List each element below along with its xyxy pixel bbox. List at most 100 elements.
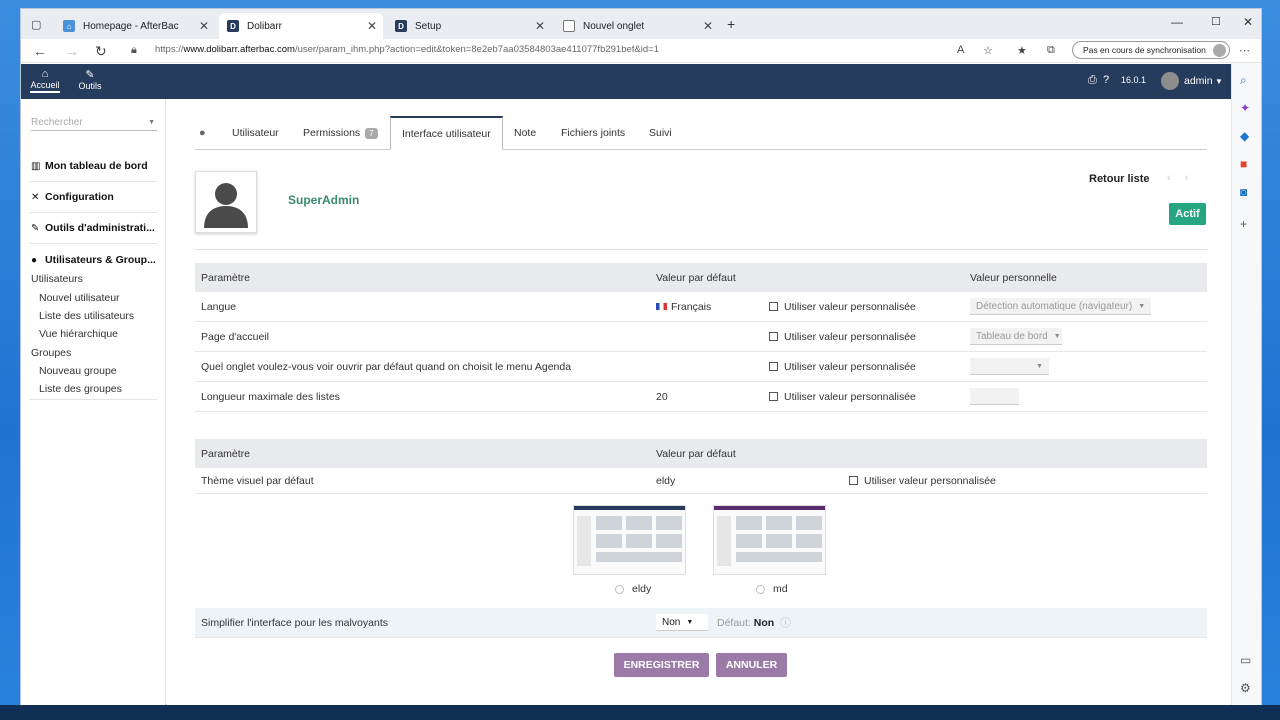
profile-sync-button[interactable]: Pas en cours de synchronisation — [1072, 41, 1230, 59]
table-row: Longueur maximale des listes 20 Utiliser… — [195, 382, 1207, 412]
read-aloud-icon[interactable]: A — [957, 44, 964, 56]
tab-interface-utilisateur[interactable]: Interface utilisateur — [390, 116, 503, 150]
default-hint-value: Non — [753, 616, 775, 629]
help-icon[interactable]: ? — [1103, 74, 1109, 86]
profile-avatar-icon — [1213, 44, 1226, 57]
close-tab-icon[interactable]: ✕ — [535, 19, 545, 33]
user-menu[interactable]: admin — [1184, 75, 1213, 87]
tab-suivi[interactable]: Suivi — [649, 127, 672, 139]
tab-permissions[interactable]: Permissions 7 — [303, 127, 378, 139]
url-prefix: https:// — [155, 44, 184, 55]
copilot-icon[interactable]: ✦ — [1240, 101, 1250, 115]
browser-tab-new[interactable]: Nouvel onglet ✕ — [555, 13, 719, 39]
hide-sidebar-icon[interactable]: ▭ — [1240, 653, 1251, 667]
back-to-list-link[interactable]: Retour liste — [1089, 173, 1150, 185]
chevron-down-icon: ▼ — [1053, 332, 1061, 340]
forward-icon[interactable]: → — [65, 43, 79, 59]
save-button[interactable]: ENREGISTRER — [614, 653, 709, 677]
close-tab-icon[interactable]: ✕ — [199, 19, 209, 33]
menu-item-new-user[interactable]: Nouvel utilisateur — [39, 292, 120, 304]
accessibility-select[interactable]: Non ▼ — [656, 608, 708, 637]
param-label: Langue — [201, 300, 237, 313]
custom-value-checkbox[interactable]: Utiliser valeur personnalisée — [769, 292, 916, 321]
previous-icon[interactable]: ‹ — [1167, 172, 1185, 184]
next-icon[interactable]: › — [1185, 172, 1203, 184]
tab-utilisateur[interactable]: Utilisateur — [232, 127, 279, 139]
tab-fichiers-joints[interactable]: Fichiers joints — [561, 127, 625, 139]
homepage-select[interactable]: Tableau de bord ▼ — [970, 322, 1062, 351]
checkbox[interactable] — [769, 302, 778, 311]
divider — [29, 243, 157, 244]
custom-value-checkbox[interactable]: Utiliser valeur personnalisée — [769, 352, 916, 381]
new-tab-icon[interactable]: + — [727, 16, 735, 32]
print-icon[interactable]: ⎙ — [1088, 74, 1097, 87]
menu-section-dashboard[interactable]: ▥ Mon tableau de bord — [31, 160, 148, 172]
chevron-down-icon[interactable]: ▼ — [1215, 77, 1223, 86]
info-icon[interactable]: ⓘ — [780, 615, 791, 630]
custom-theme-checkbox[interactable]: Utiliser valeur personnalisée — [849, 468, 996, 493]
settings-icon[interactable]: ⚙ — [1240, 681, 1251, 695]
back-icon[interactable]: ← — [33, 43, 47, 59]
top-menu-accueil[interactable]: ⌂ Accueil — [29, 68, 61, 93]
more-options-icon[interactable]: ⋯ — [1239, 44, 1250, 57]
checkbox-label: Utiliser valeur personnalisée — [784, 330, 916, 343]
collections-icon[interactable]: ⧉ — [1047, 44, 1055, 57]
refresh-icon[interactable]: ↻ — [95, 43, 107, 60]
menu-section-configuration[interactable]: ✕ Configuration — [31, 191, 114, 203]
outlook-icon[interactable]: ◙ — [1240, 185, 1247, 199]
menu-item-hierarchy[interactable]: Vue hiérarchique — [39, 328, 118, 340]
checkbox[interactable] — [769, 362, 778, 371]
menu-item-users[interactable]: Utilisateurs — [31, 273, 83, 285]
browser-tab-setup[interactable]: D Setup ✕ — [387, 13, 551, 39]
menu-item-new-group[interactable]: Nouveau groupe — [39, 365, 117, 377]
list-length-input[interactable] — [970, 382, 1019, 411]
top-menu-outils[interactable]: ✎ Outils — [75, 68, 105, 91]
dolibarr-icon: D — [395, 20, 407, 32]
close-tab-icon[interactable]: ✕ — [367, 19, 377, 33]
theme-option-eldy[interactable]: eldy — [615, 583, 651, 595]
cancel-button[interactable]: ANNULER — [716, 653, 787, 677]
close-tab-icon[interactable]: ✕ — [703, 19, 713, 33]
menu-item-groups[interactable]: Groupes — [31, 347, 71, 359]
menu-section-admin-tools[interactable]: ✎ Outils d'administrati... — [31, 222, 155, 234]
table-header: Paramètre Valeur par défaut — [195, 439, 1207, 468]
search-icon[interactable]: ⌕ — [1240, 73, 1247, 88]
custom-value-checkbox[interactable]: Utiliser valeur personnalisée — [769, 382, 916, 411]
minimize-icon[interactable]: — — [1171, 15, 1183, 29]
browser-tab-afterbac[interactable]: ⌂ Homepage - AfterBac ✕ — [55, 13, 215, 39]
theme-option-md[interactable]: md — [756, 583, 788, 595]
menu-section-users-groups[interactable]: ● Utilisateurs & Group... — [31, 254, 156, 266]
shopping-icon[interactable]: ◆ — [1240, 129, 1249, 143]
menu-item-user-list[interactable]: Liste des utilisateurs — [39, 310, 134, 322]
add-icon[interactable]: + — [1240, 217, 1247, 231]
theme-preview-eldy[interactable] — [573, 505, 686, 575]
tab-note[interactable]: Note — [514, 127, 536, 139]
agenda-tab-select[interactable]: ▼ — [970, 352, 1049, 381]
menu-item-group-list[interactable]: Liste des groupes — [39, 383, 122, 395]
record-nav-arrows[interactable]: ‹› — [1167, 172, 1202, 184]
theme-preview-md[interactable] — [713, 505, 826, 575]
checkbox[interactable] — [769, 332, 778, 341]
sync-label: Pas en cours de synchronisation — [1083, 45, 1206, 55]
custom-value-checkbox[interactable]: Utiliser valeur personnalisée — [769, 322, 916, 351]
office-icon[interactable]: ■ — [1240, 157, 1247, 171]
avatar-silhouette-icon — [204, 183, 248, 228]
user-avatar[interactable] — [1161, 72, 1179, 90]
section-label: Outils d'administrati... — [45, 222, 155, 234]
maximize-icon[interactable]: ☐ — [1211, 15, 1221, 28]
favorite-add-icon[interactable]: ☆ — [983, 44, 993, 57]
radio-button[interactable] — [615, 584, 624, 594]
favorites-icon[interactable]: ★ — [1017, 44, 1027, 57]
tab-actions-icon[interactable]: ▢ — [31, 18, 41, 31]
search-input[interactable]: Rechercher ▼ — [31, 117, 157, 131]
radio-button[interactable] — [756, 584, 765, 594]
url-field[interactable]: https://www.dolibarr.afterbac.com/user/p… — [155, 44, 659, 55]
lock-icon[interactable]: 🔒︎ — [131, 44, 137, 57]
default-value: Français — [656, 292, 711, 321]
checkbox[interactable] — [769, 392, 778, 401]
tools-icon: ✕ — [31, 192, 40, 203]
browser-tab-dolibarr[interactable]: D Dolibarr ✕ — [219, 13, 383, 39]
checkbox[interactable] — [849, 476, 858, 485]
language-select[interactable]: Détection automatique (navigateur) ▼ — [970, 292, 1151, 321]
close-window-icon[interactable]: ✕ — [1243, 15, 1253, 29]
